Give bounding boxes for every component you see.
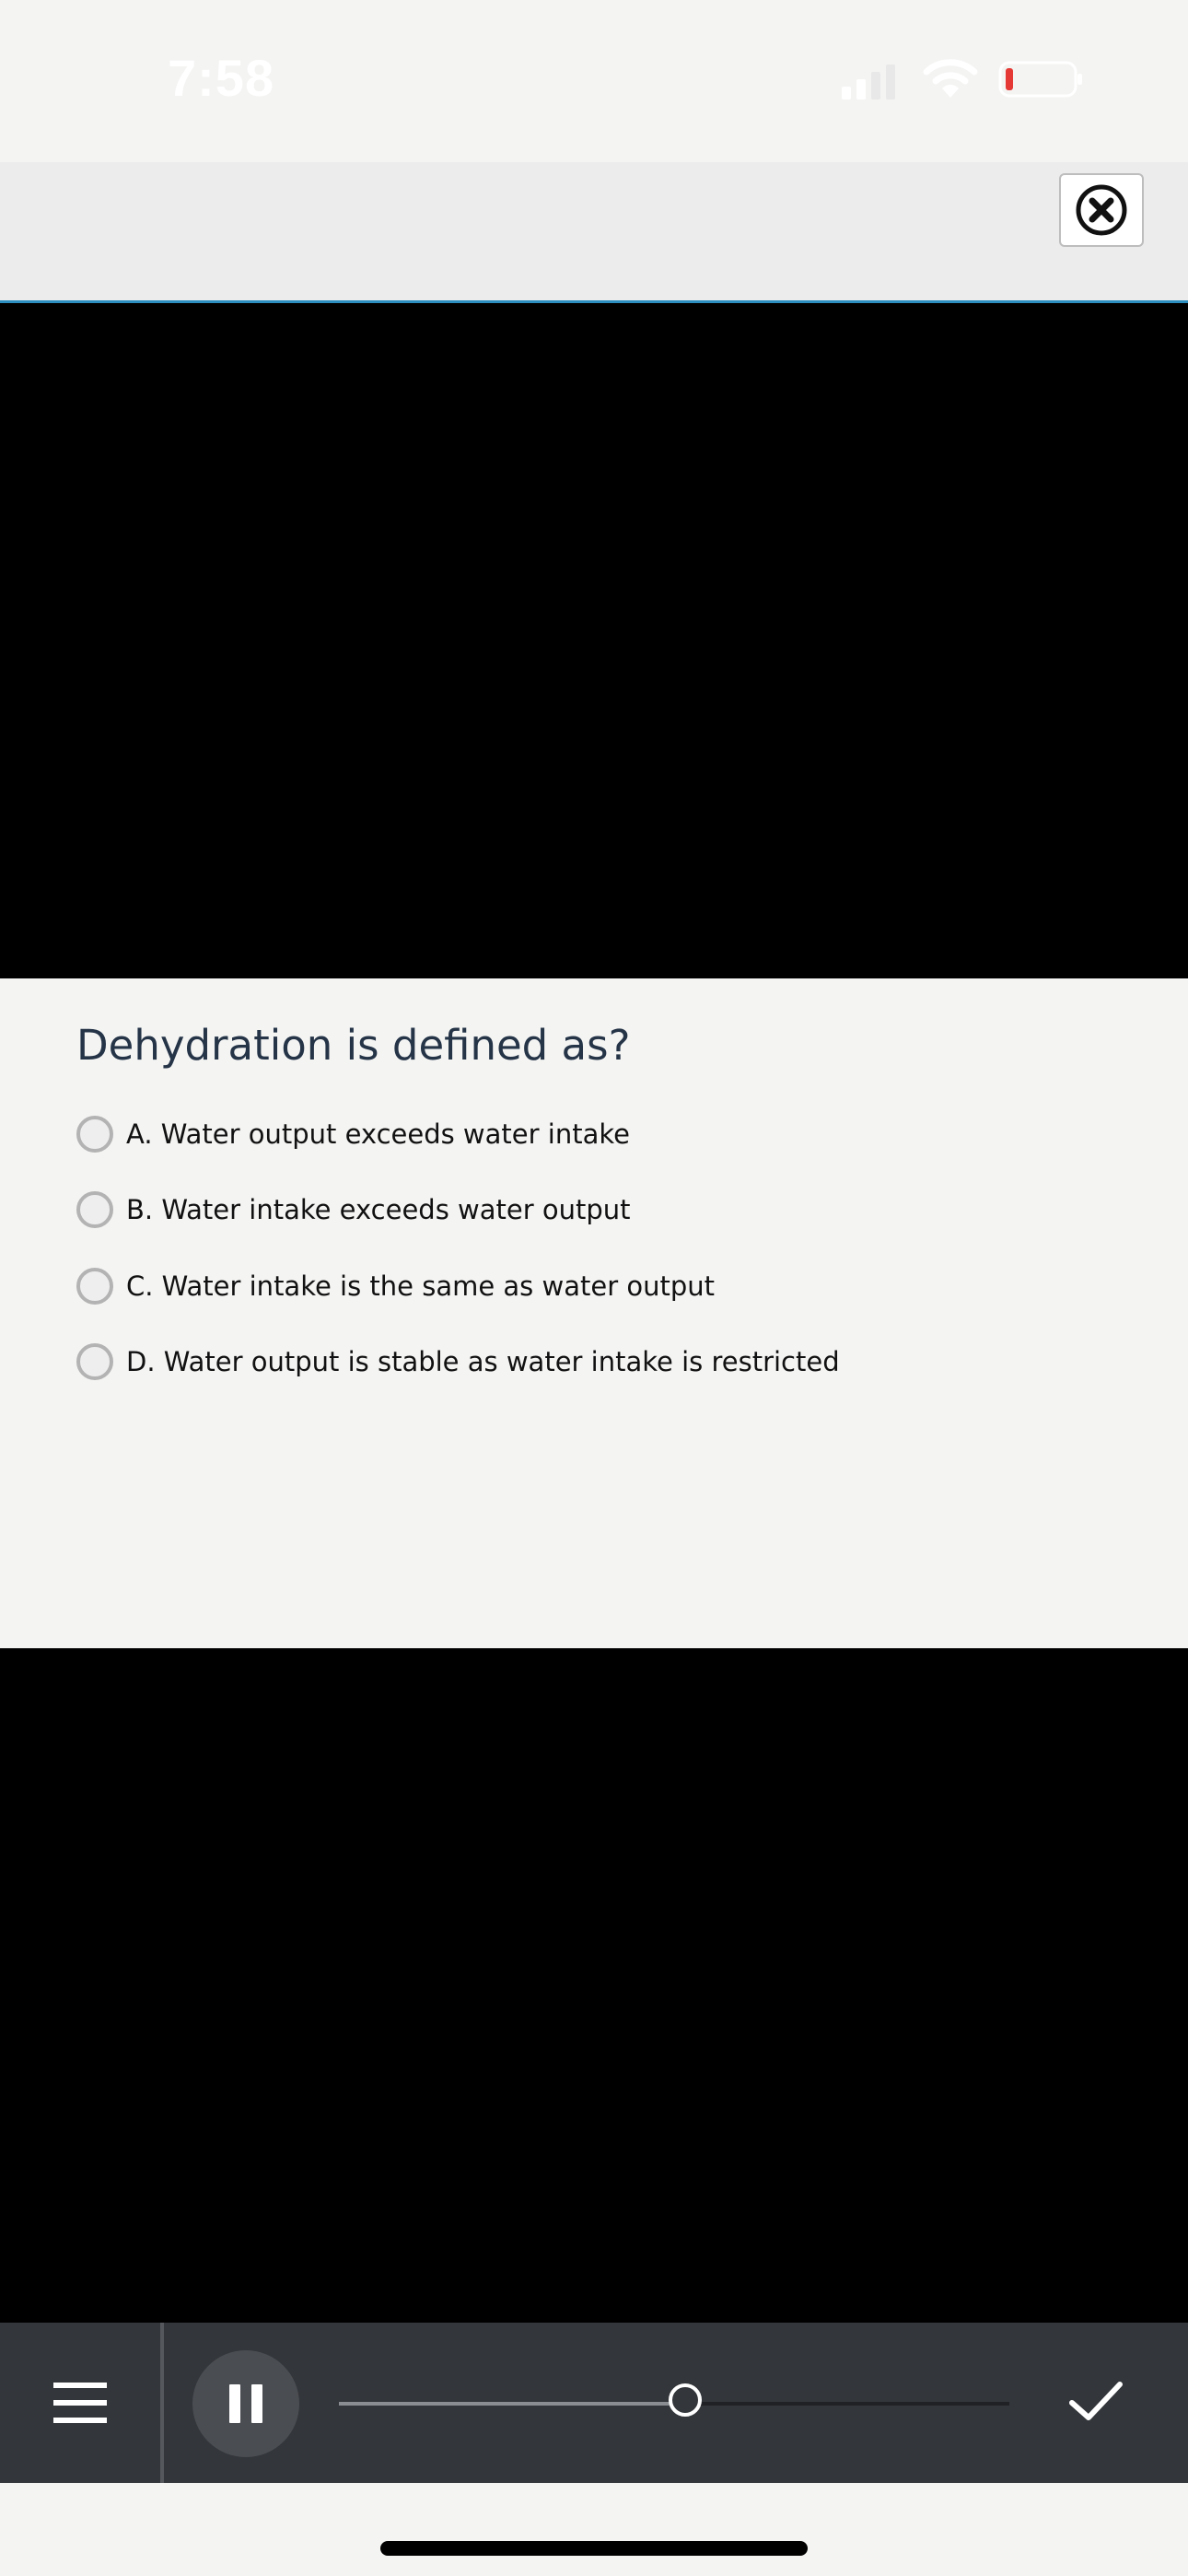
option-label: B. Water intake exceeds water output — [126, 1194, 631, 1225]
playback-bar — [0, 2323, 1188, 2483]
cellular-signal-icon — [842, 64, 895, 100]
quiz-panel: Dehydration is defined as? A. Water outp… — [0, 978, 1188, 1648]
radio-button[interactable] — [76, 1116, 113, 1153]
hamburger-menu-icon — [53, 2383, 107, 2423]
progress-fill — [339, 2402, 686, 2406]
pause-icon — [229, 2384, 262, 2423]
screen: 7:58 Dehydration is defined as? A. Water… — [0, 0, 1188, 2576]
close-button[interactable] — [1059, 173, 1144, 247]
answer-option-a[interactable]: A. Water output exceeds water intake — [76, 1111, 630, 1157]
status-bar: 7:58 — [0, 0, 1188, 162]
status-time: 7:58 — [168, 49, 275, 107]
progress-slider[interactable] — [339, 2383, 1009, 2417]
header-bar — [0, 162, 1188, 303]
answer-option-b[interactable]: B. Water intake exceeds water output — [76, 1187, 631, 1233]
radio-button[interactable] — [76, 1191, 113, 1228]
pause-button[interactable] — [192, 2350, 299, 2457]
radio-button[interactable] — [76, 1343, 113, 1380]
battery-icon — [998, 61, 1082, 98]
menu-button[interactable] — [0, 2323, 160, 2483]
radio-button[interactable] — [76, 1268, 113, 1305]
video-area-bottom — [0, 1648, 1188, 2323]
toolbar-divider — [160, 2323, 164, 2483]
submit-button[interactable] — [1059, 2359, 1133, 2442]
answer-option-d[interactable]: D. Water output is stable as water intak… — [76, 1339, 840, 1385]
close-circle-icon — [1076, 184, 1127, 236]
option-label: C. Water intake is the same as water out… — [126, 1270, 716, 1302]
progress-thumb[interactable] — [669, 2383, 703, 2417]
answer-option-c[interactable]: C. Water intake is the same as water out… — [76, 1263, 715, 1309]
wifi-icon — [923, 59, 978, 98]
checkmark-icon — [1069, 2382, 1123, 2420]
video-area-top — [0, 303, 1188, 978]
option-label: D. Water output is stable as water intak… — [126, 1346, 840, 1377]
question-text: Dehydration is defined as? — [76, 1021, 631, 1070]
option-label: A. Water output exceeds water intake — [126, 1118, 630, 1150]
home-indicator — [380, 2541, 808, 2556]
